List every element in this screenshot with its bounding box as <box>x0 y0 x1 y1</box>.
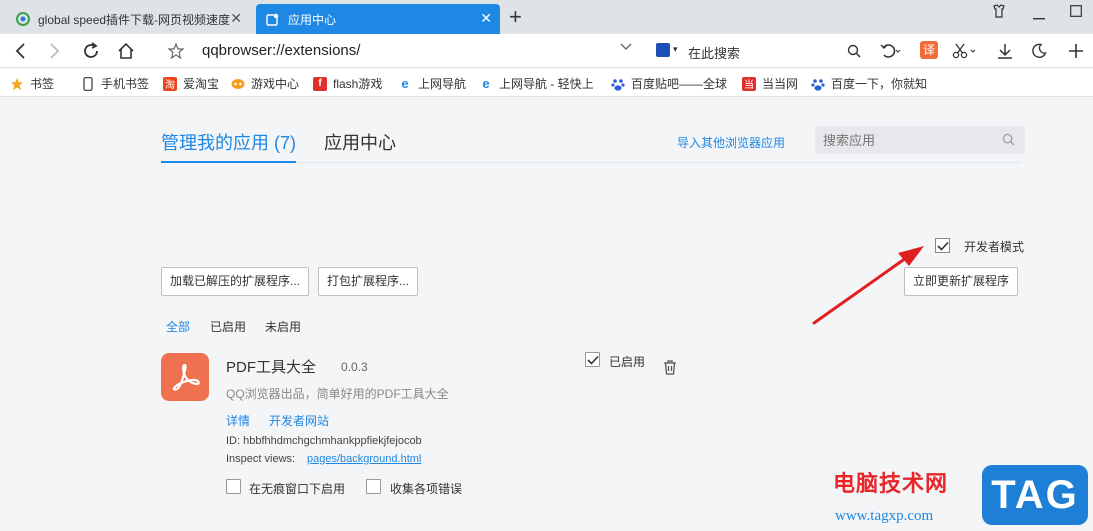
watermark-text: 电脑技术网 <box>833 471 949 496</box>
watermark-tag-logo: TAG <box>982 465 1088 525</box>
watermark-url: www.tagxp.com <box>835 508 934 524</box>
annotation-arrow <box>812 246 924 325</box>
